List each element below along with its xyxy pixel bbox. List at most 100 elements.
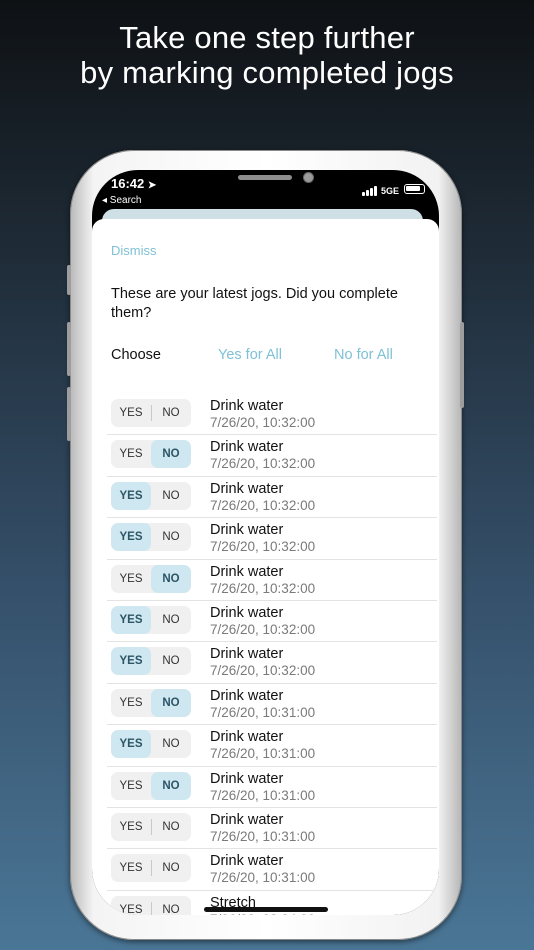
jog-date: 7/26/20, 10:31:00 bbox=[210, 828, 316, 844]
power-button bbox=[460, 322, 464, 408]
back-to-search-link[interactable]: ◂ Search bbox=[102, 195, 141, 206]
jog-title: Drink water bbox=[210, 604, 284, 621]
jog-title: Drink water bbox=[210, 853, 284, 870]
no-option[interactable]: NO bbox=[151, 647, 191, 675]
no-option[interactable]: NO bbox=[151, 896, 191, 915]
jog-date: 7/26/20, 08:04:00 bbox=[210, 912, 315, 915]
clock-text: 16:42 bbox=[111, 176, 145, 191]
jog-row: YES NO Drink water 7/26/20, 10:32:00 bbox=[107, 601, 437, 643]
yes-option[interactable]: YES bbox=[111, 440, 151, 468]
yes-option[interactable]: YES bbox=[111, 813, 151, 841]
jog-date: 7/26/20, 10:31:00 bbox=[210, 746, 316, 762]
jog-row: YES NO Drink water 7/26/20, 10:32:00 bbox=[107, 477, 437, 519]
no-option[interactable]: NO bbox=[151, 482, 191, 510]
yes-no-toggle: YES NO bbox=[111, 523, 191, 552]
dismiss-button[interactable]: Dismiss bbox=[111, 243, 157, 258]
yes-option[interactable]: YES bbox=[111, 730, 151, 759]
no-option[interactable]: NO bbox=[151, 564, 191, 593]
jog-row: YES NO Drink water 7/26/20, 10:31:00 bbox=[107, 684, 437, 726]
jog-title: Drink water bbox=[210, 480, 284, 497]
jog-date: 7/26/20, 10:32:00 bbox=[210, 415, 316, 430]
phone-screen: 16:42 ➤ ◂ Search 5GE Dismiss These are y… bbox=[92, 170, 439, 915]
jog-row: YES NO Drink water 7/26/20, 10:32:00 bbox=[107, 518, 437, 560]
headline-line-1: Take one step further bbox=[119, 20, 415, 55]
yes-option[interactable]: YES bbox=[111, 689, 151, 717]
yes-no-toggle: YES NO bbox=[111, 399, 191, 427]
network-type-label: 5GE bbox=[381, 186, 400, 196]
toggle-divider bbox=[151, 405, 152, 421]
yes-option[interactable]: YES bbox=[111, 647, 151, 676]
yes-option[interactable]: YES bbox=[111, 481, 151, 510]
yes-no-toggle: YES NO bbox=[111, 605, 191, 634]
yes-no-toggle: YES NO bbox=[111, 730, 191, 759]
yes-option[interactable]: YES bbox=[111, 399, 151, 427]
jog-title: Drink water bbox=[210, 522, 284, 539]
headline: Take one step further by marking complet… bbox=[0, 20, 534, 90]
jog-row: YES NO Drink water 7/26/20, 10:32:00 bbox=[107, 642, 437, 684]
yes-no-toggle: YES NO bbox=[111, 440, 191, 469]
no-option[interactable]: NO bbox=[151, 688, 191, 717]
jog-title: Drink water bbox=[210, 646, 284, 663]
choose-label: Choose bbox=[111, 347, 161, 363]
yes-no-toggle: YES NO bbox=[111, 895, 191, 915]
jog-title: Drink water bbox=[210, 563, 284, 580]
signal-strength-icon bbox=[362, 184, 382, 196]
volume-down-button bbox=[67, 387, 71, 441]
no-option[interactable]: NO bbox=[151, 854, 191, 882]
jog-date: 7/26/20, 10:32:00 bbox=[210, 539, 316, 555]
headline-line-2: by marking completed jogs bbox=[80, 55, 454, 90]
notch bbox=[170, 170, 360, 197]
jog-title: Drink water bbox=[210, 439, 284, 456]
jog-row: YES NO Drink water 7/26/20, 10:31:00 bbox=[107, 849, 437, 891]
yes-no-toggle: YES NO bbox=[111, 771, 191, 800]
volume-up-button bbox=[67, 322, 71, 376]
yes-option[interactable]: YES bbox=[111, 605, 151, 634]
jog-date: 7/26/20, 10:31:00 bbox=[210, 787, 316, 803]
jog-date: 7/26/20, 10:31:00 bbox=[210, 704, 316, 720]
yes-no-toggle: YES NO bbox=[111, 647, 191, 676]
no-option[interactable]: NO bbox=[151, 606, 191, 634]
jog-row: YES NO Drink water 7/26/20, 10:31:00 bbox=[107, 725, 437, 767]
toggle-divider bbox=[151, 818, 152, 835]
intro-text: These are your latest jogs. Did you comp… bbox=[111, 286, 398, 321]
jog-date: 7/26/20, 10:32:00 bbox=[210, 497, 316, 513]
jogs-modal: Dismiss These are your latest jogs. Did … bbox=[92, 219, 439, 915]
no-option[interactable]: NO bbox=[151, 771, 191, 800]
yes-for-all-button[interactable]: Yes for All bbox=[218, 347, 282, 363]
status-time: 16:42 ➤ bbox=[111, 176, 156, 191]
location-arrow-icon: ➤ bbox=[147, 180, 157, 191]
jog-row: YES NO Drink water 7/26/20, 10:32:00 bbox=[107, 394, 437, 436]
yes-no-toggle: YES NO bbox=[111, 688, 191, 717]
jog-date: 7/26/20, 10:32:00 bbox=[210, 663, 316, 679]
battery-icon bbox=[404, 184, 425, 194]
jog-title: Drink water bbox=[210, 687, 284, 704]
toggle-divider bbox=[151, 901, 152, 915]
no-option[interactable]: NO bbox=[151, 730, 191, 758]
yes-no-toggle: YES NO bbox=[111, 564, 191, 593]
no-option[interactable]: NO bbox=[151, 523, 191, 551]
yes-option[interactable]: YES bbox=[111, 772, 151, 800]
no-option[interactable]: NO bbox=[151, 399, 191, 427]
jog-date: 7/26/20, 10:32:00 bbox=[210, 580, 316, 596]
yes-option[interactable]: YES bbox=[111, 854, 151, 882]
jog-date: 7/26/20, 10:31:00 bbox=[210, 870, 316, 886]
jog-title: Drink water bbox=[210, 729, 284, 746]
yes-no-toggle: YES NO bbox=[111, 481, 191, 510]
no-for-all-button[interactable]: No for All bbox=[334, 347, 393, 363]
no-option[interactable]: NO bbox=[151, 440, 191, 469]
jog-title: Drink water bbox=[210, 770, 284, 787]
jog-date: 7/26/20, 10:32:00 bbox=[210, 621, 316, 637]
jog-row: YES NO Drink water 7/26/20, 10:31:00 bbox=[107, 767, 437, 808]
yes-option[interactable]: YES bbox=[111, 896, 151, 915]
yes-option[interactable]: YES bbox=[111, 523, 151, 552]
no-option[interactable]: NO bbox=[151, 813, 191, 841]
jog-row: YES NO Drink water 7/26/20, 10:31:00 bbox=[107, 808, 437, 850]
jog-date: 7/26/20, 10:32:00 bbox=[210, 456, 316, 472]
jog-list: YES NO Drink water 7/26/20, 10:32:00 YES NO Dr… bbox=[107, 394, 437, 915]
jog-row: YES NO Drink water 7/26/20, 10:32:00 bbox=[107, 560, 437, 601]
yes-no-toggle: YES NO bbox=[111, 854, 191, 883]
yes-no-toggle: YES NO bbox=[111, 812, 191, 841]
speaker-grille bbox=[238, 175, 292, 180]
home-indicator[interactable] bbox=[204, 907, 328, 912]
yes-option[interactable]: YES bbox=[111, 565, 151, 593]
